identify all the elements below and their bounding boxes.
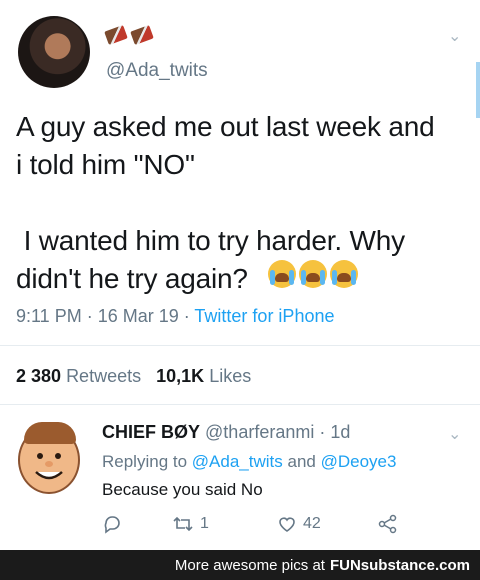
- footer-text: More awesome pics at: [174, 556, 325, 574]
- divider: [0, 404, 480, 405]
- user-avatar[interactable]: [18, 16, 90, 88]
- loudly-crying-face-icon: [299, 260, 327, 288]
- reply-handle-time[interactable]: @tharferanmi · 1d: [205, 422, 350, 442]
- replying-prefix: Replying to: [102, 452, 188, 471]
- retweet-button[interactable]: 1: [172, 514, 277, 534]
- retweets-label[interactable]: Retweets: [66, 366, 141, 386]
- loudly-crying-face-icon: [330, 260, 358, 288]
- replying-to-link-2[interactable]: @Deoye3: [321, 452, 397, 471]
- scroll-indicator: [476, 62, 480, 118]
- tweet-options-chevron-icon[interactable]: ⌄: [448, 26, 461, 46]
- user-handle[interactable]: @Ada_twits: [106, 60, 208, 82]
- like-button[interactable]: 42: [277, 514, 377, 534]
- footer-brand-fun: FUN: [329, 556, 361, 574]
- tweet-text: A guy asked me out last week and i told …: [16, 111, 435, 294]
- reply-button[interactable]: [102, 514, 172, 534]
- divider: [0, 345, 480, 346]
- reply-header: CHIEF BØY @tharferanmi · 1d: [102, 422, 350, 443]
- reply-display-name[interactable]: CHIEF BØY: [102, 422, 200, 442]
- likes-label[interactable]: Likes: [209, 366, 251, 386]
- replying-to-link-1[interactable]: @Ada_twits: [192, 452, 283, 471]
- retweets-count[interactable]: 2 380: [16, 366, 61, 386]
- reply-avatar-hair: [24, 422, 76, 444]
- retweet-count: 1: [200, 515, 209, 532]
- display-name-emojis: [104, 25, 154, 45]
- loudly-crying-face-icon: [268, 260, 296, 288]
- footer-brand: FUNsubstance.com: [330, 557, 470, 574]
- share-button[interactable]: [377, 514, 399, 534]
- replying-and: and: [287, 452, 316, 471]
- retweet-icon: [173, 516, 193, 532]
- reply-actions: 1 42: [102, 514, 432, 534]
- footer-brand-rest: substance.com: [360, 556, 470, 574]
- tweet-timestamp: 9:11 PM · 16 Mar 19 ·: [16, 306, 195, 326]
- tweet-emojis: [268, 260, 358, 288]
- tweet-meta: 9:11 PM · 16 Mar 19 · Twitter for iPhone: [16, 306, 334, 327]
- reply-text: Because you said No: [102, 480, 263, 499]
- flag-emoji-icon: [130, 25, 154, 45]
- reply-icon: [104, 516, 120, 534]
- reply-options-chevron-icon[interactable]: ⌄: [448, 424, 461, 444]
- heart-icon: [279, 517, 295, 532]
- share-icon: [378, 514, 397, 534]
- likes-count[interactable]: 10,1K: [156, 366, 204, 386]
- tweet-source-link[interactable]: Twitter for iPhone: [194, 306, 334, 326]
- watermark-footer: More awesome pics at FUNsubstance.com: [0, 550, 480, 580]
- flag-emoji-icon: [104, 25, 128, 45]
- replying-to: Replying to @Ada_twits and @Deoye3: [102, 452, 396, 472]
- tweet-stats: 2 380 Retweets 10,1K Likes: [16, 366, 251, 387]
- like-count: 42: [303, 515, 321, 532]
